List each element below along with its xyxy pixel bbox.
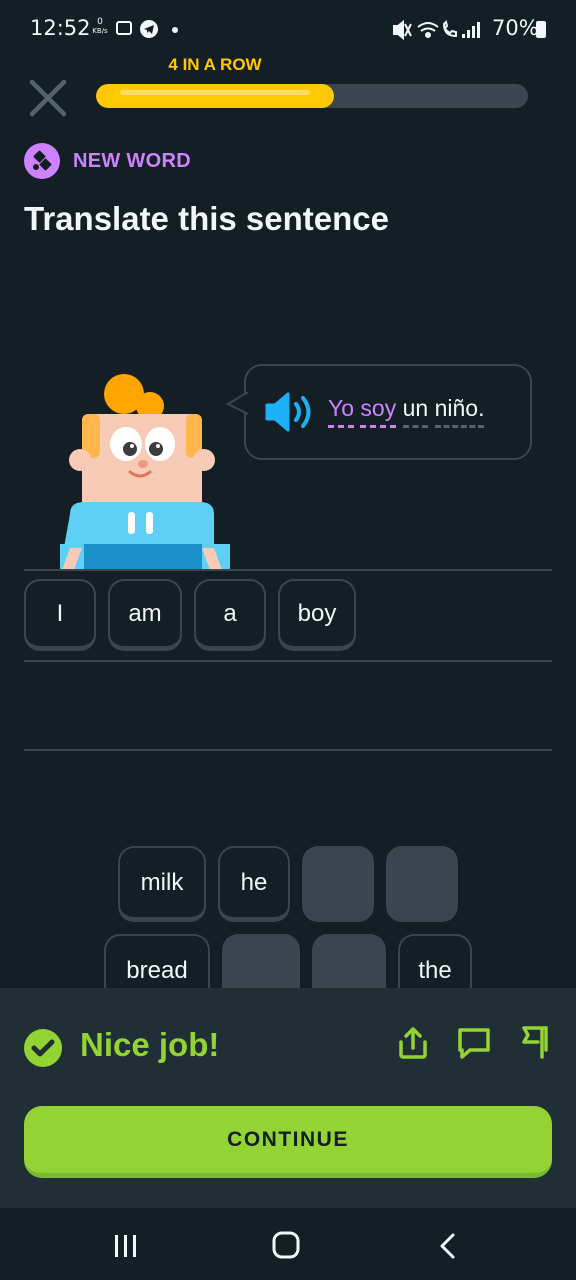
net-speed-unit: KB/s <box>92 27 108 35</box>
flag-icon <box>522 1026 548 1059</box>
system-status-icons <box>392 18 484 46</box>
feedback-message: Nice job! <box>80 1026 220 1063</box>
discuss-button[interactable] <box>456 1026 490 1060</box>
more-notifications-dot-icon <box>172 27 178 33</box>
speech-bubble-tail <box>225 391 249 415</box>
prompt-word-nino[interactable]: niño. <box>434 395 485 428</box>
share-icon <box>399 1027 427 1059</box>
android-nav-bar <box>0 1208 576 1280</box>
answer-chip[interactable]: boy <box>278 579 356 651</box>
battery-icon <box>536 21 546 38</box>
lesson-progress-bar <box>96 84 528 108</box>
home-icon <box>272 1231 300 1259</box>
call-icon <box>442 20 457 38</box>
page-title: Translate this sentence <box>24 200 389 237</box>
answer-chip[interactable]: I <box>24 579 96 651</box>
battery-percent: 70% <box>492 16 539 40</box>
telegram-notification-icon <box>140 20 158 38</box>
prompt-word-un[interactable]: un <box>402 395 429 428</box>
comment-icon <box>458 1028 490 1059</box>
continue-button[interactable]: CONTINUE <box>24 1106 552 1178</box>
back-button[interactable] <box>436 1232 460 1260</box>
word-bank-slot-empty <box>386 846 458 922</box>
streak-label: 4 IN A ROW <box>168 55 262 74</box>
play-audio-button[interactable] <box>264 390 318 434</box>
back-chevron-icon <box>440 1233 455 1259</box>
status-time: 12:52 <box>30 16 91 40</box>
report-button[interactable] <box>518 1024 552 1059</box>
wifi-icon <box>417 22 439 38</box>
lesson-progress-fill <box>96 84 334 108</box>
home-button[interactable] <box>271 1230 301 1260</box>
answer-chip[interactable]: a <box>194 579 266 651</box>
recent-apps-icon <box>115 1235 136 1257</box>
close-lesson-button[interactable] <box>26 76 70 120</box>
net-speed-value: 0 <box>97 17 103 27</box>
new-word-icon <box>24 143 60 179</box>
status-bar: 12:52 0 KB/s 70% <box>0 0 576 60</box>
progress-highlight <box>120 90 310 95</box>
answer-line-bottom <box>24 749 552 751</box>
net-speed-indicator: 0 KB/s <box>89 18 111 36</box>
signal-icon <box>462 22 480 38</box>
prompt-word-soy[interactable]: soy <box>360 395 397 428</box>
mute-icon <box>393 19 412 41</box>
prompt-sentence: Yo soy un niño. <box>328 395 485 428</box>
speaker-icon <box>265 392 311 432</box>
share-button[interactable] <box>396 1026 430 1060</box>
check-circle-icon <box>24 1029 62 1067</box>
word-bank-slot-empty <box>302 846 374 922</box>
word-bank-chip[interactable]: he <box>218 846 290 922</box>
word-bank-chip[interactable]: milk <box>118 846 206 922</box>
answer-line-top <box>24 569 552 571</box>
duo-character-illustration <box>60 372 230 570</box>
close-icon <box>29 79 67 117</box>
answer-line-middle <box>24 660 552 662</box>
new-word-badge-label: NEW WORD <box>73 150 191 172</box>
prompt-word-yo[interactable]: Yo <box>328 395 355 428</box>
recent-apps-button[interactable] <box>112 1232 140 1260</box>
gallery-notification-icon <box>116 21 132 35</box>
answer-chip[interactable]: am <box>108 579 182 651</box>
